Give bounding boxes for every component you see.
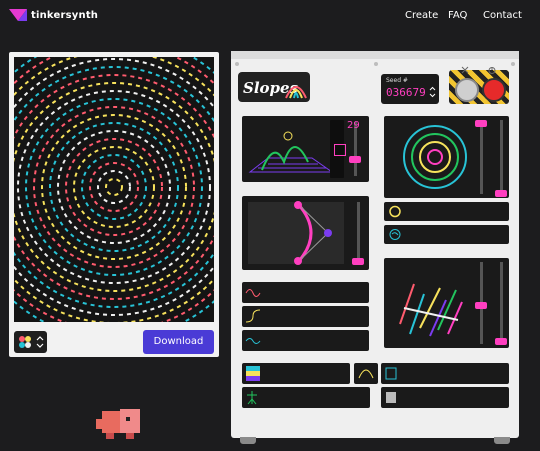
figure-icon [247,391,257,405]
cup-icon [385,367,397,380]
curve-slider-knob[interactable] [352,258,364,265]
perspective-slider-knob[interactable] [349,156,361,163]
block-icon [386,392,396,403]
control-buttons-housing [449,70,509,104]
circle-shape-icon [389,205,401,218]
mascot-icon [96,409,140,439]
machine-foot-right [494,437,510,444]
perspective-marker [334,144,346,156]
waveform-row[interactable] [242,282,369,303]
swirl-icon [389,229,401,240]
concentric-circles-icon [403,125,467,189]
randomize-button[interactable] [455,78,479,102]
seed-label: Seed # [386,77,408,84]
nav-create[interactable]: Create [405,10,438,21]
chaos-slider-knob-right[interactable] [495,338,507,345]
screw [511,62,515,66]
machine-foot-left [240,437,256,444]
machine-top-rail [231,51,519,59]
seed-value[interactable]: 036679 [386,86,426,99]
download-button[interactable]: Download [143,330,214,354]
wave-icon [245,338,261,344]
curve-module [242,196,369,270]
palette-icon [19,336,31,348]
waveform-row[interactable] [242,330,369,351]
color-palette-button[interactable] [14,331,47,353]
nav-contact[interactable]: Contact [483,10,522,21]
curve-toggle[interactable] [354,363,378,384]
screw [374,62,378,66]
circles-slider-knob-right[interactable] [495,190,507,197]
chaos-preview [399,283,463,337]
bottom-row[interactable] [381,387,509,408]
palette-stepper-icon[interactable] [36,335,44,349]
perspective-value: 29 [347,120,360,131]
seed-stepper-icon[interactable] [429,86,436,98]
concentric-dash-art [14,57,214,322]
slopes-module: 29 [242,116,369,182]
chaos-slider-knob-left[interactable] [475,302,487,309]
sine-wave-icon [245,289,261,297]
art-preview-canvas [14,57,214,322]
circles-slider-knob-left[interactable] [475,120,487,127]
circles-module [384,116,509,198]
seed-display[interactable]: Seed # 036679 [381,74,439,104]
power-icon [488,67,496,74]
shape-toggle-row[interactable] [384,202,509,221]
shuffle-icon [461,66,469,74]
nav-faq[interactable]: FAQ [448,10,467,21]
curve-slider-track[interactable] [357,202,360,264]
rainbow-icon [285,86,307,99]
brand-name[interactable]: tinkersynth [31,10,98,21]
power-button[interactable] [482,78,506,102]
s-curve-icon [245,309,261,323]
chaos-module [384,258,509,348]
chaos-slider-right[interactable] [500,262,503,344]
tinkersynth-logo-icon[interactable] [9,9,29,23]
circles-slider-right[interactable] [500,120,503,194]
waveform-row[interactable] [242,306,369,327]
mountain-diagram-icon [248,131,334,173]
bell-curve-icon [358,369,374,379]
mode-toggle-row[interactable] [384,225,509,244]
machine-title-plate: Slopes [238,72,310,102]
screw [235,62,239,66]
curve-editor[interactable] [246,200,346,266]
bottom-row[interactable] [242,387,370,408]
circles-slider-left[interactable] [480,120,483,194]
bottom-row[interactable] [242,363,350,384]
bottom-row[interactable] [381,363,509,384]
color-stack-icon [246,366,260,381]
